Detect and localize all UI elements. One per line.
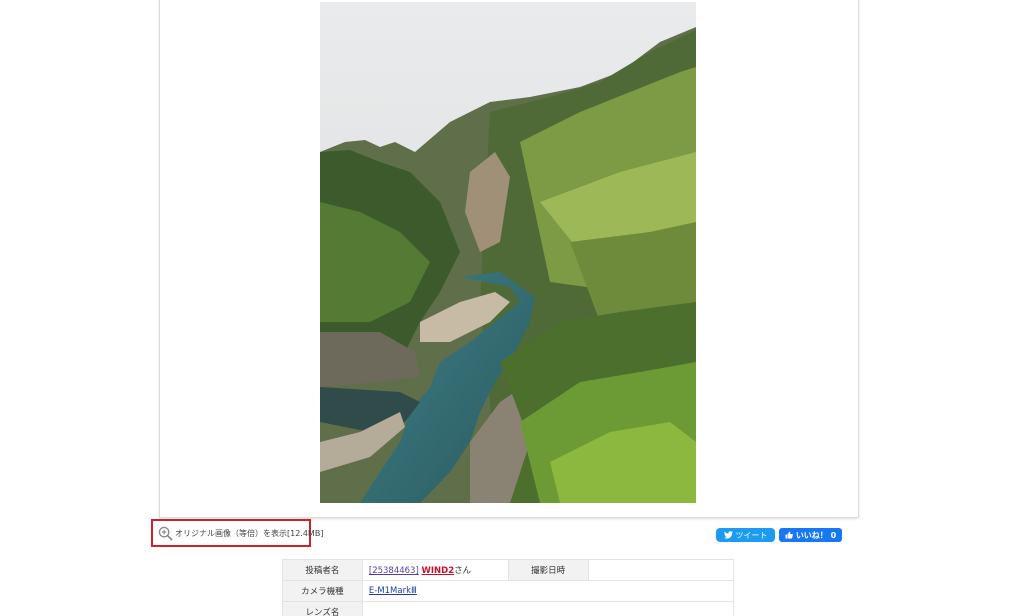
zoom-in-icon	[158, 526, 173, 540]
original-image-label: オリジナル画像（等倍）を表示[12.4MB]	[175, 528, 324, 538]
tweet-label: ツイート	[735, 530, 768, 540]
date-header: 撮影日時	[507, 559, 589, 581]
camera-header: カメラ機種	[282, 580, 363, 602]
camera-cell: E-M1MarkⅢ	[361, 580, 735, 602]
gorge-landscape-image	[320, 2, 696, 503]
poster-cell: [25384463] WIND2さん	[361, 559, 509, 581]
thumbs-up-icon	[785, 531, 793, 539]
twitter-bird-icon	[723, 531, 733, 539]
table-row: 投稿者名 [25384463] WIND2さん 撮影日時	[282, 559, 735, 581]
camera-model-link[interactable]: E-M1MarkⅢ	[369, 586, 417, 596]
lens-value	[361, 601, 735, 616]
photo-info-table: 投稿者名 [25384463] WIND2さん 撮影日時 カメラ機種 E-M1M…	[282, 559, 735, 616]
table-row: カメラ機種 E-M1MarkⅢ	[282, 580, 735, 602]
original-image-link[interactable]: オリジナル画像（等倍）を表示[12.4MB]	[158, 525, 323, 541]
table-row: レンズ名	[282, 601, 735, 616]
poster-header: 投稿者名	[282, 559, 363, 581]
date-value	[587, 559, 735, 581]
poster-name-link[interactable]: WIND2	[421, 566, 454, 576]
lens-header: レンズ名	[282, 601, 363, 616]
like-label: いいね！ 0	[795, 530, 837, 540]
photo-detail-page: オリジナル画像（等倍）を表示[12.4MB] ツイート いいね！ 0 投稿者名 …	[0, 0, 1024, 616]
main-photo[interactable]	[320, 2, 696, 503]
facebook-like-button[interactable]: いいね！ 0	[779, 528, 842, 542]
poster-suffix: さん	[454, 566, 472, 576]
tweet-button[interactable]: ツイート	[716, 528, 775, 542]
poster-id-link[interactable]: [25384463]	[369, 566, 419, 576]
